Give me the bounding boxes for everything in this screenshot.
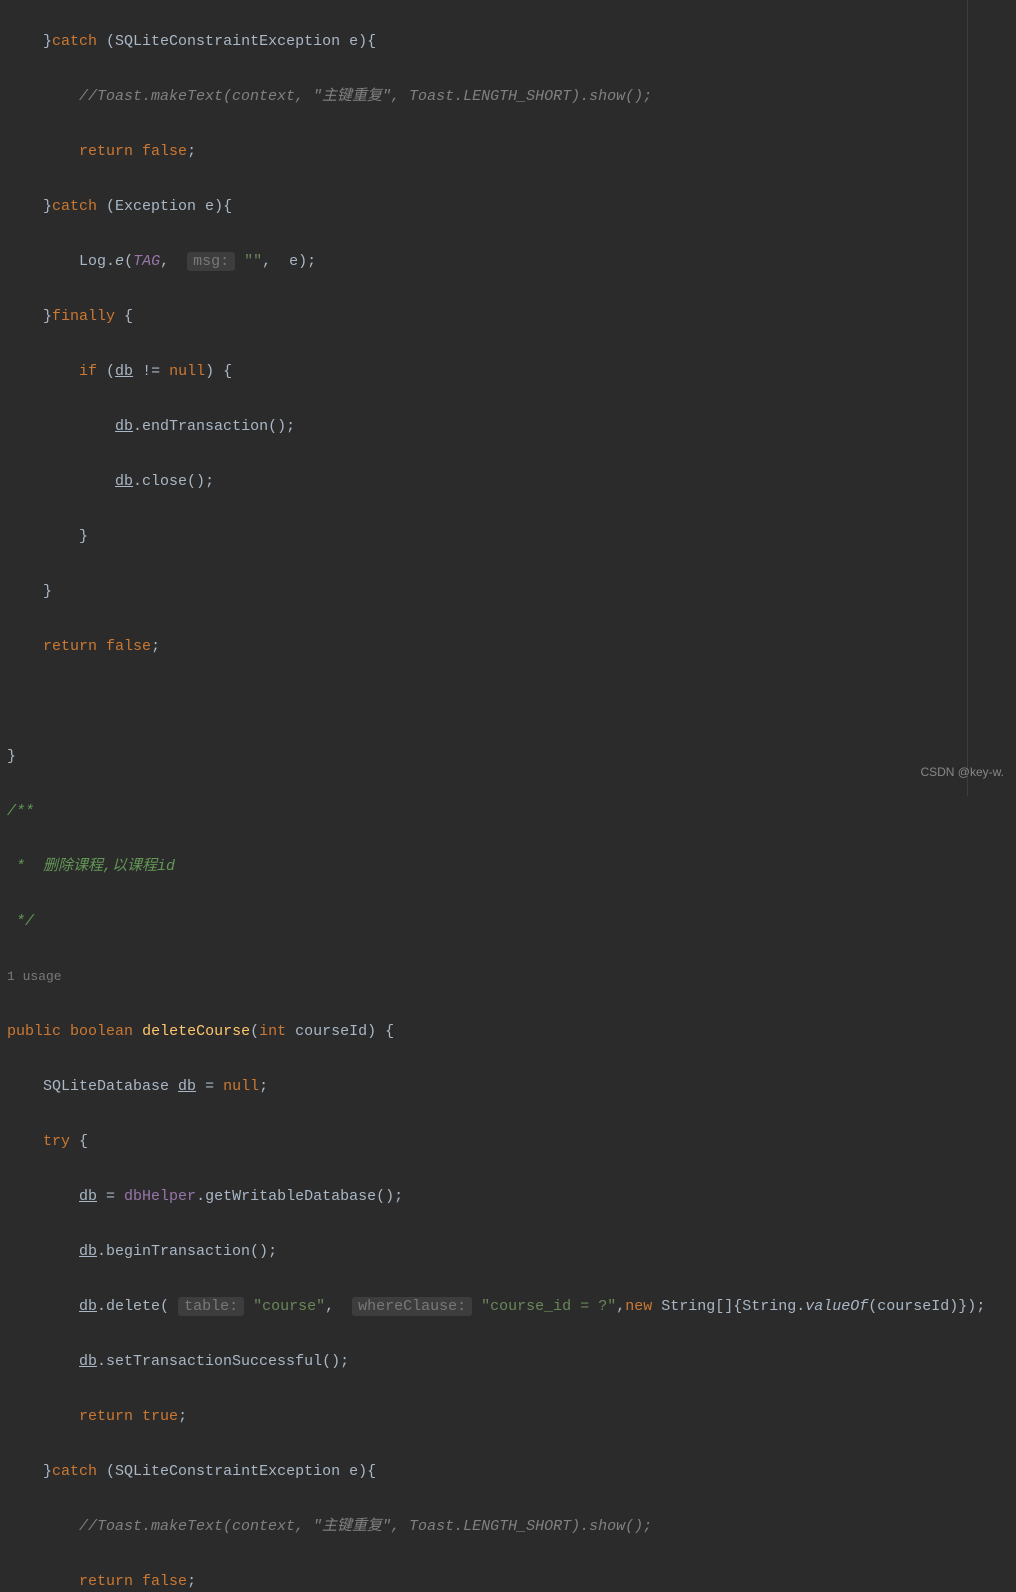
code-line: }	[7, 578, 1009, 606]
code-line: return false;	[7, 138, 1009, 166]
code-line: }	[7, 523, 1009, 551]
usage-hint[interactable]: 1 usage	[7, 963, 1009, 991]
doc-comment-line: */	[7, 908, 1009, 936]
code-line: }catch (SQLiteConstraintException e){	[7, 28, 1009, 56]
param-hint-msg: msg:	[187, 252, 235, 271]
code-line: db.endTransaction();	[7, 413, 1009, 441]
code-line	[7, 688, 1009, 716]
code-line: }finally {	[7, 303, 1009, 331]
code-editor[interactable]: }catch (SQLiteConstraintException e){ //…	[0, 0, 1016, 1592]
code-line: public boolean deleteCourse(int courseId…	[7, 1018, 1009, 1046]
code-line: return false;	[7, 1568, 1009, 1592]
code-line: }catch (Exception e){	[7, 193, 1009, 221]
code-line: if (db != null) {	[7, 358, 1009, 386]
code-line: db.delete( table: "course", whereClause:…	[7, 1293, 1009, 1321]
param-hint-table: table:	[178, 1297, 244, 1316]
code-line: try {	[7, 1128, 1009, 1156]
watermark: CSDN @key-w.	[920, 759, 1004, 787]
code-line: }	[7, 743, 1009, 771]
code-line: db.setTransactionSuccessful();	[7, 1348, 1009, 1376]
code-line: SQLiteDatabase db = null;	[7, 1073, 1009, 1101]
code-line: db.beginTransaction();	[7, 1238, 1009, 1266]
code-line: Log.e(TAG, msg: "", e);	[7, 248, 1009, 276]
code-line: //Toast.makeText(context, "主键重复", Toast.…	[7, 1513, 1009, 1541]
code-line: return true;	[7, 1403, 1009, 1431]
code-line: return false;	[7, 633, 1009, 661]
code-line: db.close();	[7, 468, 1009, 496]
code-line: db = dbHelper.getWritableDatabase();	[7, 1183, 1009, 1211]
doc-comment-line: /**	[7, 798, 1009, 826]
param-hint-where: whereClause:	[352, 1297, 472, 1316]
code-line: }catch (SQLiteConstraintException e){	[7, 1458, 1009, 1486]
doc-comment-line: * 删除课程,以课程id	[7, 853, 1009, 881]
code-line: //Toast.makeText(context, "主键重复", Toast.…	[7, 83, 1009, 111]
